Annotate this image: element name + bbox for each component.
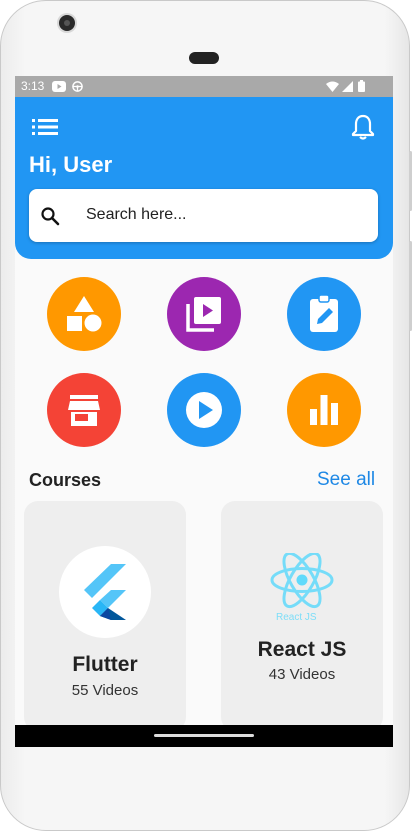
menu-list-icon[interactable] — [32, 119, 58, 135]
app-screen: 3:13 Hi, User Search here... Courses See… — [15, 76, 393, 747]
store-icon — [68, 395, 100, 426]
app-header: Hi, User Search here... — [15, 97, 393, 259]
course-name: React JS — [257, 638, 347, 661]
home-gesture-handle[interactable] — [154, 734, 254, 737]
flutter-logo-icon — [84, 564, 126, 620]
category-shapes-button[interactable] — [47, 277, 121, 351]
search-icon — [41, 207, 60, 226]
front-camera — [59, 15, 75, 31]
wifi-icon — [326, 81, 339, 92]
react-logo-caption: React JS — [276, 612, 317, 623]
signal-icon — [342, 81, 353, 92]
notification-bell-icon[interactable] — [351, 114, 375, 140]
status-bar: 3:13 — [15, 76, 393, 97]
search-input[interactable]: Search here... — [29, 189, 378, 242]
course-video-count: 43 Videos — [268, 666, 336, 683]
bar-chart-icon — [310, 395, 338, 425]
course-card-react[interactable]: React JS React JS 43 Videos — [221, 501, 383, 731]
search-placeholder: Search here... — [86, 206, 187, 223]
phone-frame: 3:13 Hi, User Search here... Courses See… — [0, 0, 412, 831]
react-logo-icon — [270, 553, 334, 609]
youtube-notification-icon — [52, 81, 66, 92]
see-all-link[interactable]: See all — [317, 469, 375, 491]
status-time: 3:13 — [21, 79, 45, 93]
system-navigation-bar — [15, 725, 393, 747]
category-store-button[interactable] — [47, 373, 121, 447]
greeting-title: Hi, User — [29, 152, 113, 177]
play-circle-icon — [186, 392, 222, 428]
battery-icon — [358, 80, 365, 92]
courses-section-title: Courses — [29, 470, 102, 490]
category-play-button[interactable] — [167, 373, 241, 447]
flutter-logo-container — [59, 546, 151, 638]
category-video-library-button[interactable] — [167, 277, 241, 351]
category-assignment-button[interactable] — [287, 277, 361, 351]
steering-notification-icon — [72, 81, 83, 92]
shapes-icon — [67, 296, 102, 332]
category-statistics-button[interactable] — [287, 373, 361, 447]
assignment-edit-icon — [310, 294, 338, 332]
course-video-count: 55 Videos — [71, 682, 139, 699]
earpiece-speaker — [189, 52, 219, 64]
course-card-flutter[interactable]: Flutter 55 Videos — [24, 501, 186, 731]
video-library-icon — [186, 297, 221, 332]
course-name: Flutter — [72, 653, 138, 676]
